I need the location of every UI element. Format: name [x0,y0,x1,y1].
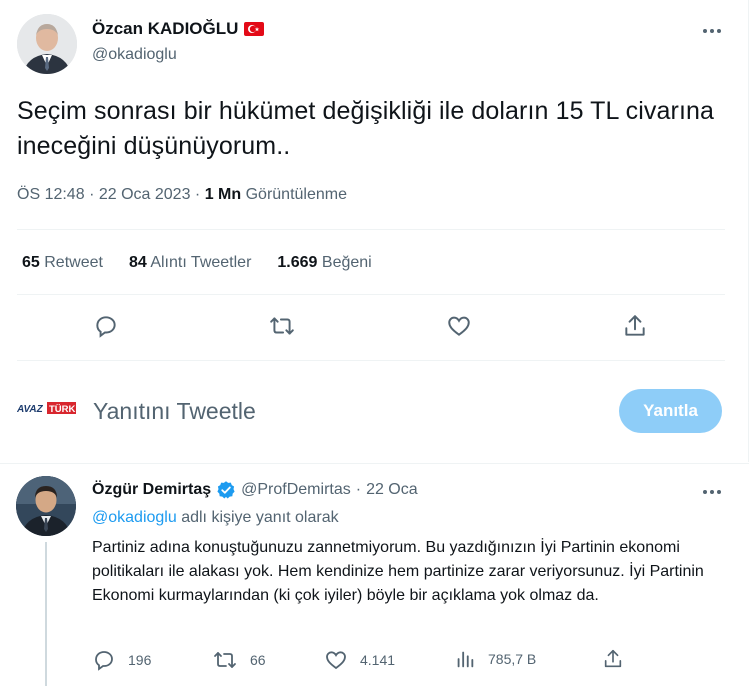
views-count: 785,7 B [488,651,537,667]
avazturk-logo: AVAZ TÜRK [17,401,77,415]
svg-text:AVAZ: AVAZ [17,404,44,415]
share-icon[interactable] [620,311,650,341]
engagement-stats: 65 Retweet 84 Alıntı Tweetler 1.669 Beğe… [22,254,372,272]
like-stat[interactable]: 1.669 Beğeni [277,254,371,272]
svg-text:TÜRK: TÜRK [49,404,76,415]
reply-views-button[interactable]: 785,7 B [454,648,536,670]
reply-composer: AVAZ TÜRK Yanıtını Tweetle Yanıtla [0,378,749,448]
reply-author-name[interactable]: Özgür Demirtaş [92,481,211,499]
views-count: 1 Mn [204,186,242,203]
replying-to: @okadioglu adlı kişiye yanıt olarak [92,509,339,527]
author-handle[interactable]: @okadioglu [92,46,177,64]
reply-button[interactable]: Yanıtla [619,389,722,433]
retweet-stat[interactable]: 65 Retweet [22,254,103,272]
meta-separator: · [89,186,95,203]
reply-author-handle[interactable]: @ProfDemirtas [241,481,351,499]
reply-more-options-icon[interactable] [700,483,724,501]
reply-like-button[interactable]: 4.141 [324,648,395,672]
divider [17,294,725,295]
reply-separator: · [355,481,362,498]
turkey-flag-icon [244,22,265,36]
tweet-actions [0,311,749,341]
reply-retweet-button[interactable]: 66 [212,648,266,672]
reply-input[interactable]: Yanıtını Tweetle [93,398,256,425]
mention-link[interactable]: @okadioglu [92,509,177,526]
like-count: 1.669 [277,254,318,271]
author-name-row: Özcan KADIOĞLU [92,19,265,39]
reply-actions: 196 66 4.141 785,7 B [92,648,652,672]
reply-header: Özgür Demirtaş @ProfDemirtas · 22 Oca [92,480,418,500]
author-name[interactable]: Özcan KADIOĞLU [92,19,238,39]
tweet-time[interactable]: ÖS 12:48 [17,186,85,203]
retweet-count: 65 [22,254,40,271]
thread-line [45,542,47,686]
reply-reply-button[interactable]: 196 [92,648,151,672]
reply-text: Partiniz adına konuştuğunuzu zannetmiyor… [92,539,704,604]
quote-stat[interactable]: 84 Alıntı Tweetler [129,254,251,272]
retweet-label: Retweet [44,254,103,271]
verified-badge-icon [216,480,236,500]
more-options-icon[interactable] [700,22,724,40]
replying-to-suffix: adlı kişiye yanıt olarak [181,509,339,526]
reply-date[interactable]: 22 Oca [366,481,418,499]
reply-share-button[interactable] [602,648,624,670]
like-label: Beğeni [321,254,372,271]
retweet-icon[interactable] [267,311,297,341]
author-avatar[interactable] [17,14,77,74]
reply-tweet: Özgür Demirtaş @ProfDemirtas · 22 Oca @o… [0,463,749,686]
reply-count: 196 [128,652,152,668]
divider [17,360,725,361]
tweet-text: Seçim sonrası bir hükümet değişikliği il… [17,97,714,160]
reply-icon [95,651,113,671]
quote-label: Alıntı Tweetler [150,254,252,271]
main-tweet: Özcan KADIOĞLU @okadioglu Seçim sonrası … [0,0,749,462]
views-icon [457,651,474,668]
like-icon[interactable] [444,311,474,341]
tweet-meta: ÖS 12:48 · 22 Oca 2023 · 1 Mn Görüntülen… [17,186,347,204]
quote-count: 84 [128,254,147,271]
divider [17,229,725,230]
tweet-date[interactable]: 22 Oca 2023 [99,186,191,203]
like-icon [326,651,346,670]
views-label: Görüntülenme [245,186,347,203]
reply-icon[interactable] [91,311,121,341]
like-count: 4.141 [360,652,396,668]
retweet-icon [214,652,236,668]
retweet-count: 66 [250,652,266,668]
reply-author-avatar[interactable] [16,476,76,536]
meta-separator-2: · [194,186,201,203]
share-icon [604,649,622,668]
